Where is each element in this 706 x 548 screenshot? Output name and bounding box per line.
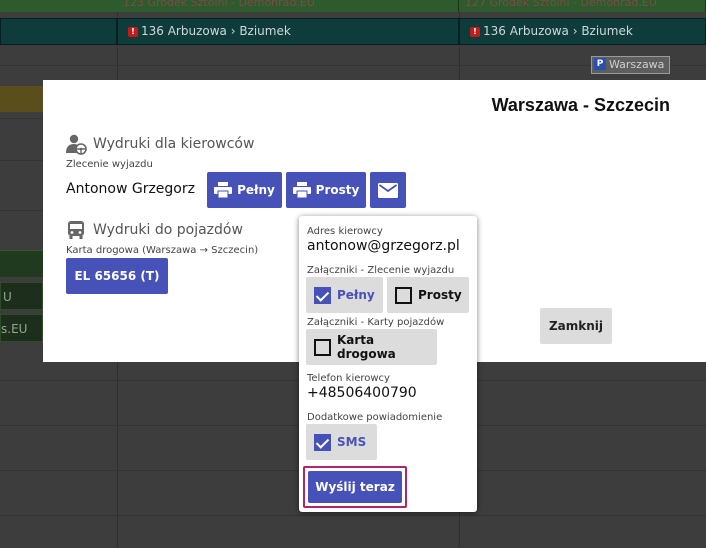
vehicle-print-button[interactable]: EL 65656 (T): [66, 258, 168, 294]
print-full-button[interactable]: Pełny: [207, 172, 282, 208]
envelope-icon: [378, 182, 398, 198]
print-full-label: Pełny: [237, 183, 275, 197]
location-badge[interactable]: P Warszawa: [591, 56, 670, 74]
event-label: s.EU: [1, 322, 28, 336]
event-label: U: [3, 290, 12, 304]
background-event-bar[interactable]: s.EU: [0, 314, 43, 342]
attach-full-label: Pełny: [337, 288, 375, 302]
attach-simple-label: Prosty: [418, 288, 462, 302]
grid-line: [0, 515, 706, 516]
extra-notification-label: Dodatkowe powiadomienie: [307, 412, 443, 423]
checkbox-unchecked-icon: [314, 338, 331, 356]
drivers-section-heading: Wydruki dla kierowców: [65, 133, 254, 155]
driver-icon: [66, 134, 87, 155]
send-button-highlight: Wyślij teraz: [303, 466, 407, 508]
background-event-bar[interactable]: U: [0, 282, 43, 310]
order-attachments-label: Załączniki - Zlecenie wyjazdu: [307, 265, 455, 276]
attach-simple-toggle[interactable]: Prosty: [387, 277, 469, 313]
bus-icon: [68, 221, 84, 239]
route-bar[interactable]: ! 136 Arbuzowa › Bziumek: [117, 18, 459, 45]
print-simple-button[interactable]: Prosty: [286, 172, 366, 208]
address-label: Adres kierowcy: [307, 226, 383, 237]
print-simple-label: Prosty: [315, 183, 360, 197]
phone-value: +48506400790: [307, 385, 417, 401]
warning-icon: !: [128, 26, 138, 37]
email-popup: Adres kierowcy antonow@grzegorz.pl Załąc…: [299, 216, 477, 512]
attach-road-card-toggle[interactable]: Karta drogowa: [306, 329, 437, 365]
vehicles-section-heading: Wydruki do pojazdów: [65, 219, 243, 241]
close-button[interactable]: Zamknij: [540, 308, 612, 344]
checkbox-unchecked-icon: [395, 286, 412, 304]
background-top-row: 123 Grodek Sztolni - Demonrad.EU 127 Gro…: [0, 0, 706, 12]
drivers-section-title: Wydruki dla kierowców: [93, 136, 255, 152]
background-event-bar[interactable]: [0, 250, 43, 277]
road-card-label: Karta drogowa (Warszawa → Szczecin): [66, 245, 259, 256]
route-label: 136 Arbuzowa › Bziumek: [483, 24, 633, 38]
close-label: Zamknij: [548, 319, 604, 333]
top-row-event[interactable]: 127 Grodek Sztolni - Demonrad.EU: [459, 0, 706, 12]
sms-toggle[interactable]: SMS: [306, 424, 377, 460]
card-attachments-label: Załączniki - Karty pojazdów: [307, 317, 445, 328]
route-bar-left[interactable]: [0, 18, 117, 45]
email-button[interactable]: [370, 172, 406, 208]
driver-name: Antonow Grzegorz: [66, 181, 195, 197]
attach-full-toggle[interactable]: Pełny: [306, 277, 383, 313]
parking-icon: P: [594, 58, 606, 70]
vehicle-print-label: EL 65656 (T): [74, 269, 160, 283]
attach-road-card-label: Karta drogowa: [336, 333, 396, 361]
dialog-title: Warszawa - Szczecin: [491, 95, 670, 115]
route-bar[interactable]: ! 136 Arbuzowa › Bziumek: [459, 18, 706, 45]
send-now-label: Wyślij teraz: [315, 480, 395, 494]
printer-icon: [214, 182, 233, 198]
printer-icon: [292, 182, 311, 198]
background-event-bar[interactable]: [0, 86, 43, 112]
top-row-event[interactable]: 123 Grodek Sztolni - Demonrad.EU: [117, 0, 459, 12]
checkbox-checked-icon: [314, 433, 331, 451]
checkbox-checked-icon: [314, 286, 331, 304]
send-now-button[interactable]: Wyślij teraz: [308, 471, 402, 503]
sms-label: SMS: [337, 435, 367, 449]
order-label: Zlecenie wyjazdu: [66, 159, 153, 170]
route-label: 136 Arbuzowa › Bziumek: [141, 24, 291, 38]
location-badge-label: Warszawa: [609, 58, 665, 71]
warning-icon: !: [470, 26, 480, 37]
address-value: antonow@grzegorz.pl: [307, 238, 460, 254]
vehicles-section-title: Wydruki do pojazdów: [93, 222, 243, 238]
phone-label: Telefon kierowcy: [307, 373, 390, 384]
